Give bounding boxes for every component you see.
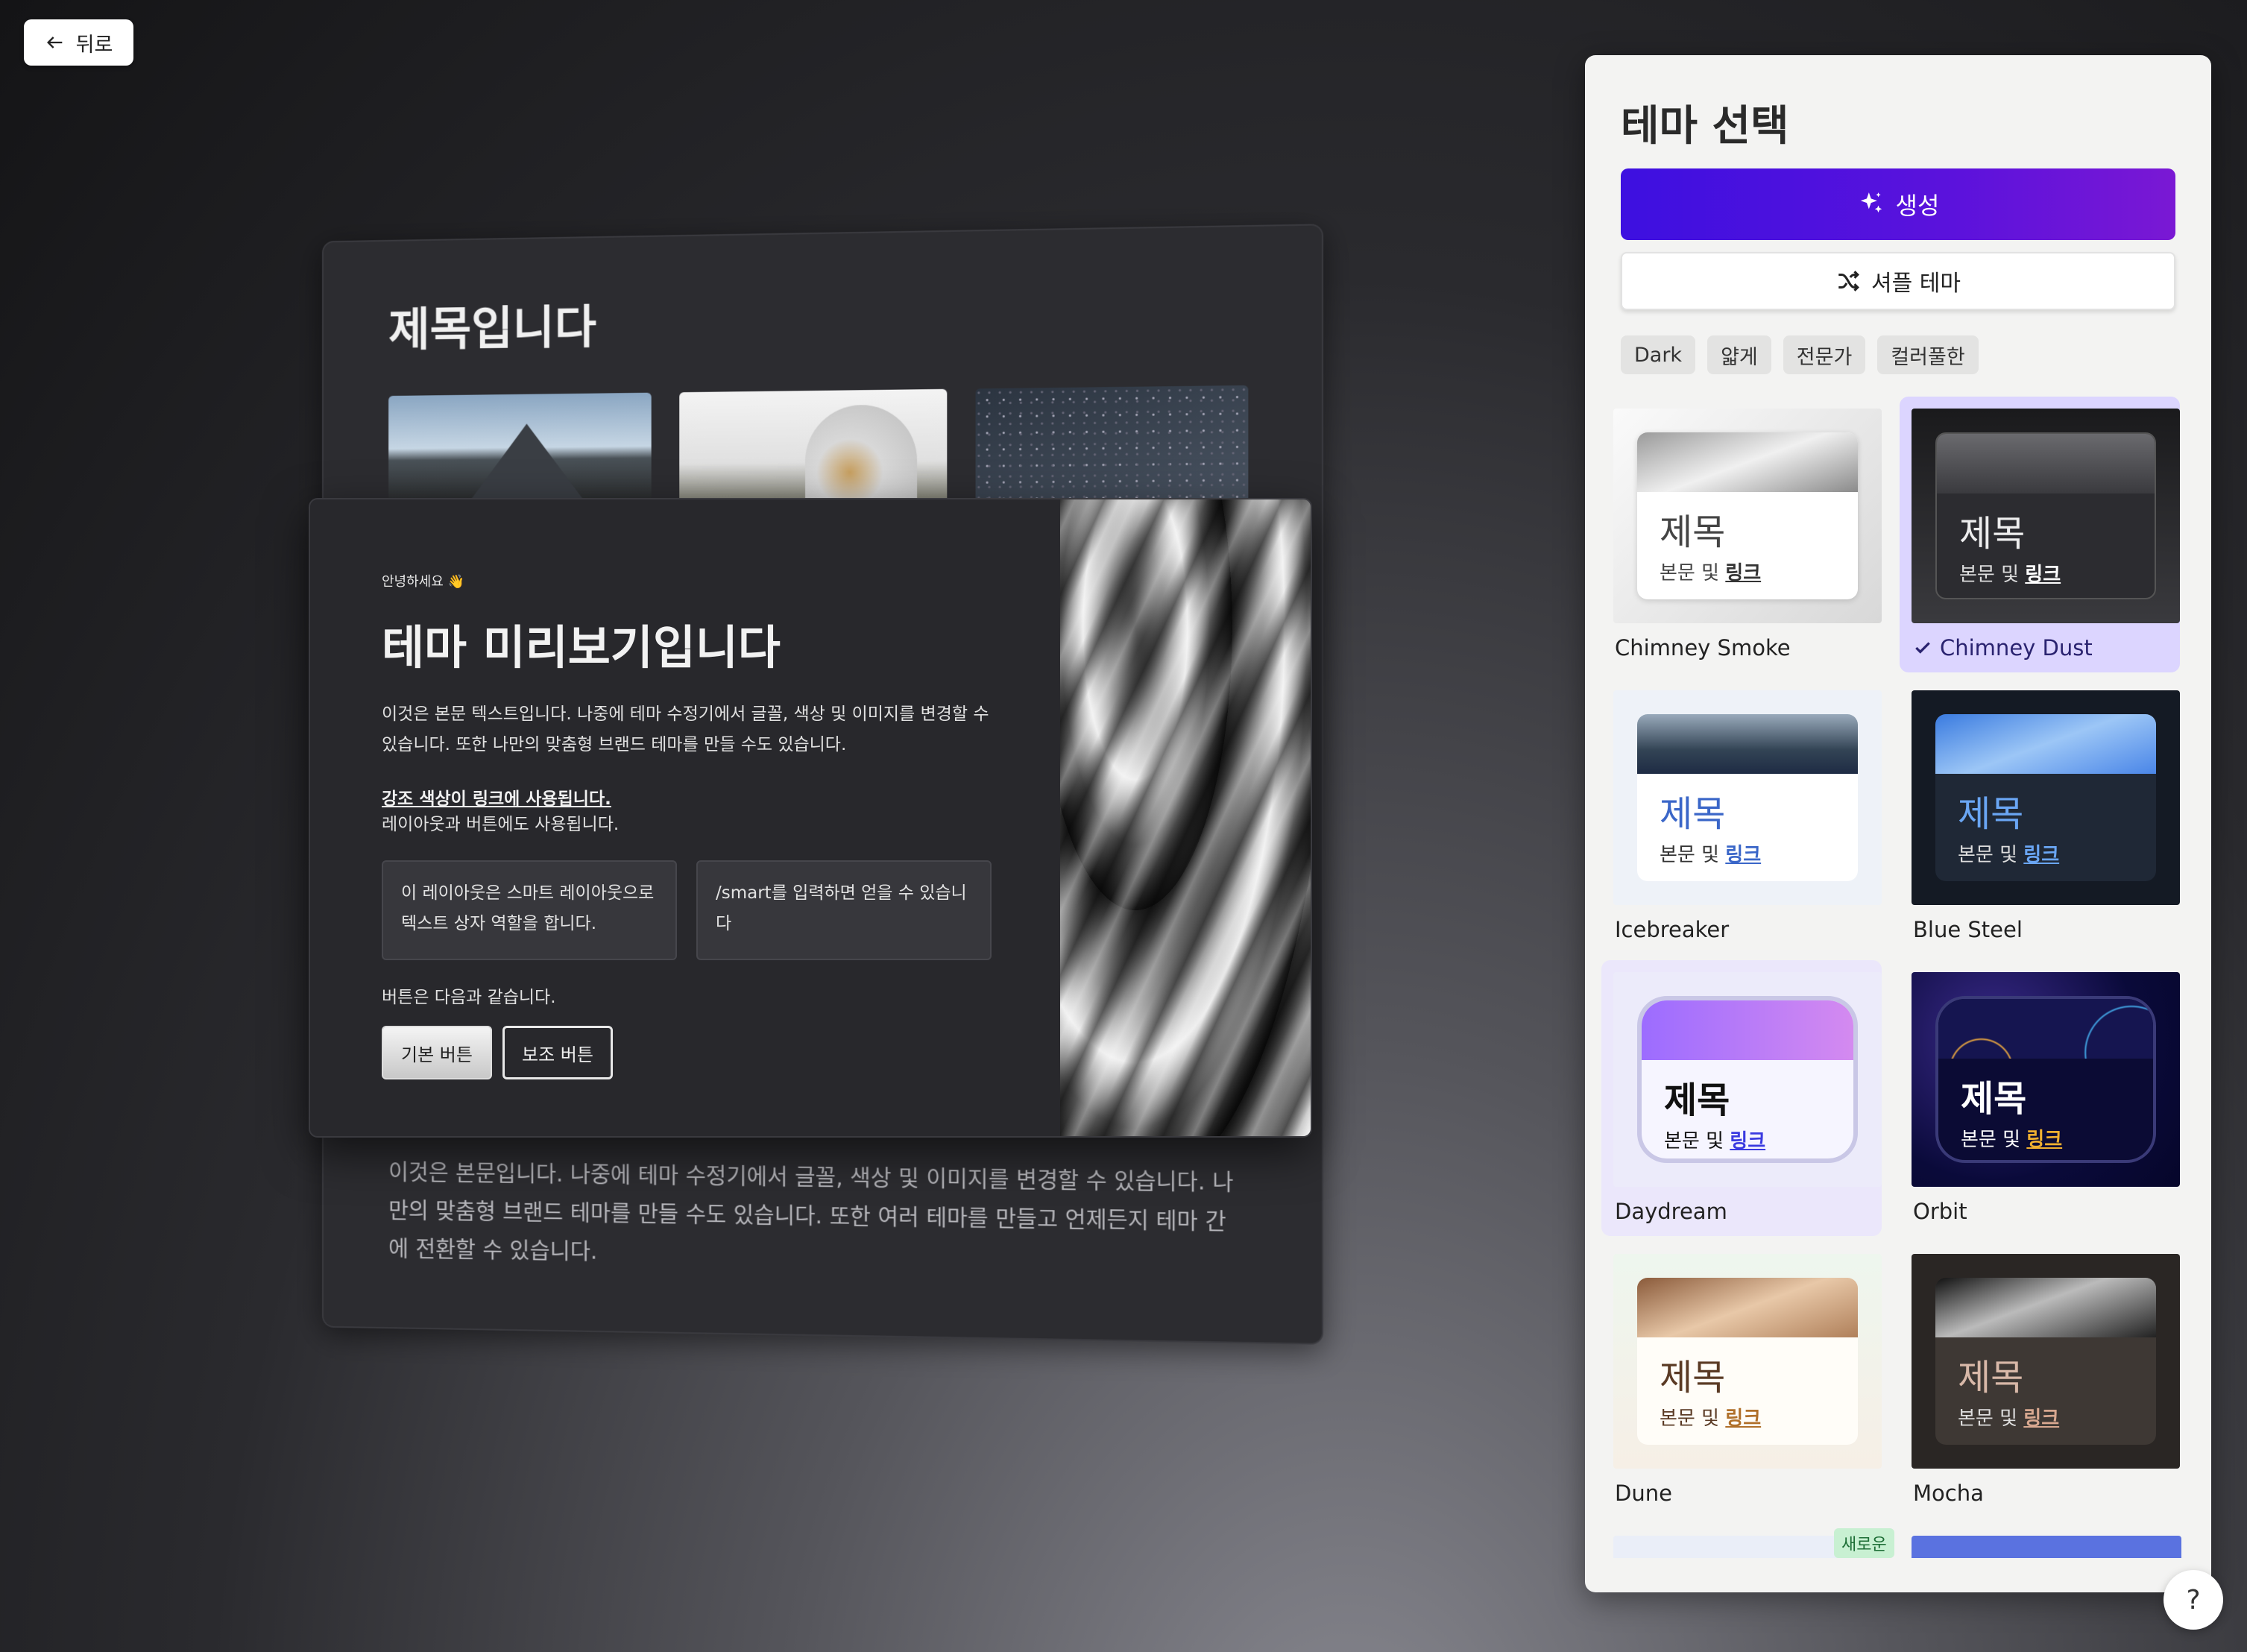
theme-card-orbit[interactable]: 제목 본문 및 링크 Orbit	[1900, 960, 2180, 1236]
new-badge: 새로운	[1834, 1528, 1894, 1558]
card-title: 제목	[1958, 1357, 2024, 1399]
slide-preview-front: 안녕하세요 👋 테마 미리보기입니다 이것은 본문 텍스트입니다. 나중에 테마…	[309, 498, 1312, 1138]
theme-card-mocha[interactable]: 제목 본문 및 링크 Mocha	[1900, 1242, 2180, 1518]
image-row	[388, 385, 1249, 514]
buttons-caption: 버튼은 다음과 같습니다.	[382, 988, 556, 1007]
accent-link[interactable]: 강조 색상이 링크에 사용됩니다.	[382, 784, 1000, 810]
check-icon	[1915, 642, 1930, 654]
shuffle-theme-button[interactable]: 셔플 테마	[1621, 252, 2175, 310]
back-label: 뒤로	[75, 33, 113, 57]
theme-card-daydream[interactable]: 제목 본문 및 링크 Daydream	[1601, 960, 1882, 1236]
swirl-image	[1060, 499, 1311, 1136]
shuffle-icon	[1838, 271, 1859, 291]
chip-thin[interactable]: 얇게	[1707, 335, 1771, 374]
card-title: 제목	[1664, 1079, 1730, 1121]
theme-name-selected: Chimney Dust	[1913, 635, 2093, 661]
greeting-text: 안녕하세요 👋	[382, 574, 464, 590]
arrow-left-icon	[46, 37, 62, 48]
slide-body-text: 이것은 본문입니다. 나중에 테마 수정기에서 글꼴, 색상 및 이미지를 변경…	[388, 1159, 1234, 1265]
secondary-button[interactable]: 보조 버튼	[502, 1026, 613, 1079]
theme-panel: 테마 선택 생성 셔플 테마 Dark 얇게 전문가 컬러풀한 제목 본문 및 …	[1585, 55, 2211, 1592]
primary-button[interactable]: 기본 버튼	[382, 1026, 492, 1079]
theme-name: Mocha	[1913, 1481, 1984, 1506]
chip-dark[interactable]: Dark	[1621, 335, 1696, 374]
theme-card-chimney-smoke[interactable]: 제목 본문 및 링크 Chimney Smoke	[1601, 397, 1882, 672]
card-title: 제목	[1660, 793, 1726, 835]
chip-colorful[interactable]: 컬러풀한	[1877, 335, 1979, 374]
slide-title: 제목입니다	[388, 300, 596, 357]
smart-layout-box-1: 이 레이아웃은 스마트 레이아웃으로 텍스트 상자 역할을 합니다.	[382, 860, 677, 960]
chip-professional[interactable]: 전문가	[1783, 335, 1866, 374]
theme-card-chimney-dust[interactable]: 제목 본문 및 링크 Chimney Dust	[1900, 397, 2180, 672]
generate-button[interactable]: 생성	[1621, 168, 2175, 240]
shuffle-label: 셔플 테마	[1871, 271, 1961, 297]
card-title: 제목	[1660, 511, 1726, 553]
theme-card-blue-steel[interactable]: 제목 본문 및 링크 Blue Steel	[1900, 678, 2180, 954]
theme-card-partial[interactable]	[1912, 1536, 2181, 1558]
person-image	[679, 388, 948, 511]
theme-name: Blue Steel	[1913, 917, 2023, 942]
theme-name: Orbit	[1913, 1199, 1967, 1224]
back-button[interactable]: 뒤로	[24, 19, 133, 66]
preview-title: 테마 미리보기입니다	[382, 620, 781, 675]
card-title: 제목	[1660, 1357, 1726, 1399]
filter-chips: Dark 얇게 전문가 컬러풀한	[1621, 335, 1979, 374]
starry-sky-image	[975, 385, 1249, 509]
theme-name: Chimney Smoke	[1615, 635, 1791, 661]
preview-body: 이것은 본문 텍스트입니다. 나중에 테마 수정기에서 글꼴, 색상 및 이미지…	[382, 704, 989, 754]
theme-name: Daydream	[1615, 1199, 1727, 1224]
theme-card-dune[interactable]: 제목 본문 및 링크 Dune	[1601, 1242, 1882, 1518]
card-title: 제목	[1961, 1078, 2027, 1120]
generate-label: 생성	[1895, 192, 1940, 220]
help-button[interactable]: ?	[2164, 1570, 2223, 1630]
smart-layout-box-2: /smart를 입력하면 얻을 수 있습니다	[696, 860, 992, 960]
theme-name: Dune	[1615, 1481, 1672, 1506]
card-title: 제목	[1959, 513, 2026, 555]
panel-title: 테마 선택	[1621, 102, 1789, 151]
mountain-image	[388, 392, 652, 514]
sparkle-icon	[1860, 192, 1882, 213]
card-title: 제목	[1958, 793, 2024, 835]
accent-subtext: 레이아웃과 버튼에도 사용됩니다.	[382, 815, 620, 834]
theme-name: Icebreaker	[1615, 917, 1730, 942]
theme-card-icebreaker[interactable]: 제목 본문 및 링크 Icebreaker	[1601, 678, 1882, 954]
